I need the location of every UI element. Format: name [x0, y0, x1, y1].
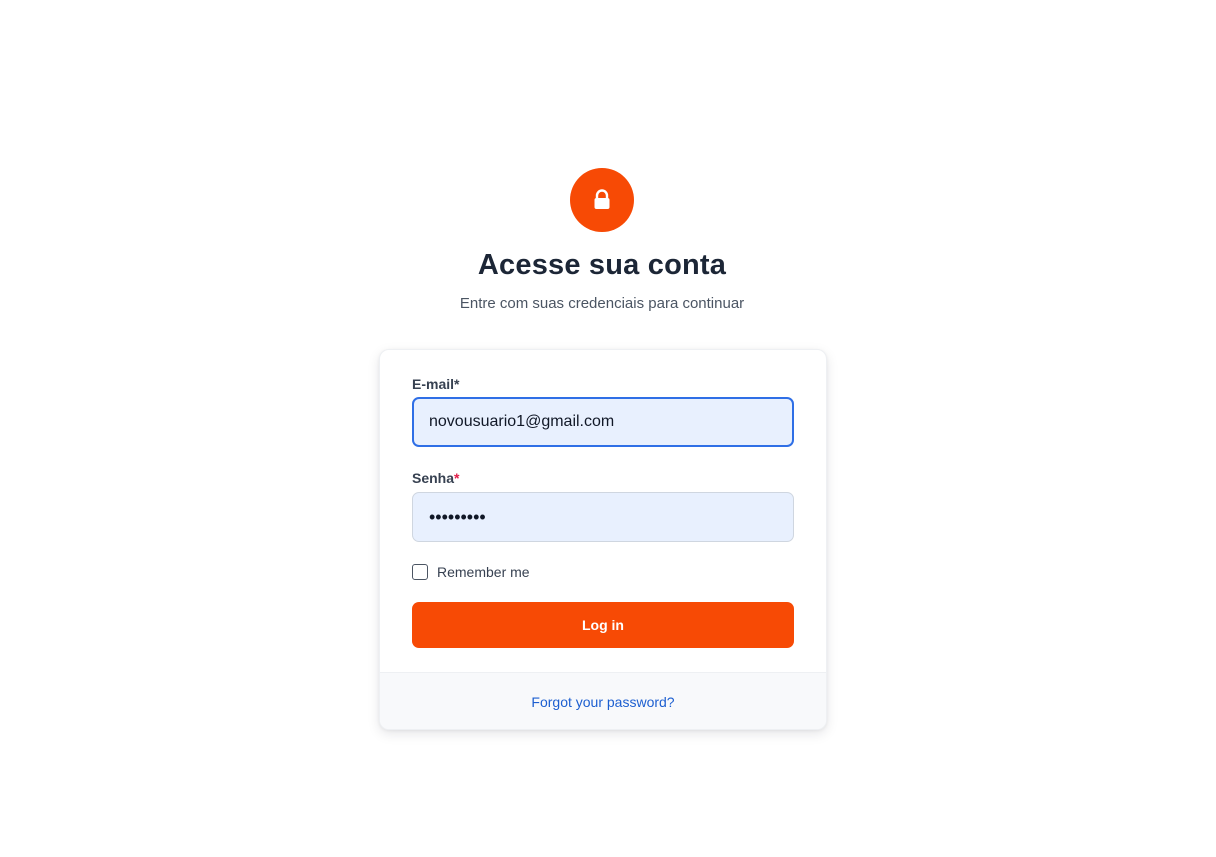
- password-label-text: Senha: [412, 470, 455, 486]
- email-required-mark: *: [454, 376, 460, 392]
- remember-me-row[interactable]: Remember me: [412, 564, 530, 580]
- email-label-text: E-mail: [412, 376, 455, 392]
- password-field[interactable]: •••••••••: [412, 492, 794, 542]
- page-title: Acesse sua conta: [477, 249, 727, 281]
- login-button[interactable]: Log in: [412, 602, 794, 648]
- login-card: E-mail* novousuario1@gmail.com Senha* ••…: [379, 349, 827, 730]
- email-field[interactable]: novousuario1@gmail.com: [412, 397, 794, 447]
- lock-icon-badge: [570, 168, 634, 232]
- password-field-value: •••••••••: [429, 506, 486, 527]
- login-page: Acesse sua conta Entre com suas credenci…: [0, 0, 1216, 857]
- email-field-value: novousuario1@gmail.com: [429, 413, 615, 430]
- email-label: E-mail*: [412, 376, 459, 392]
- remember-me-checkbox[interactable]: [412, 564, 428, 580]
- forgot-password-link[interactable]: Forgot your password?: [531, 694, 674, 710]
- password-required-mark: *: [454, 470, 460, 486]
- card-footer: Forgot your password?: [380, 672, 826, 729]
- remember-me-label[interactable]: Remember me: [437, 564, 530, 580]
- page-subtitle: Entre com suas credenciais para continua…: [459, 295, 745, 312]
- lock-icon: [594, 189, 610, 209]
- password-label: Senha*: [412, 470, 459, 486]
